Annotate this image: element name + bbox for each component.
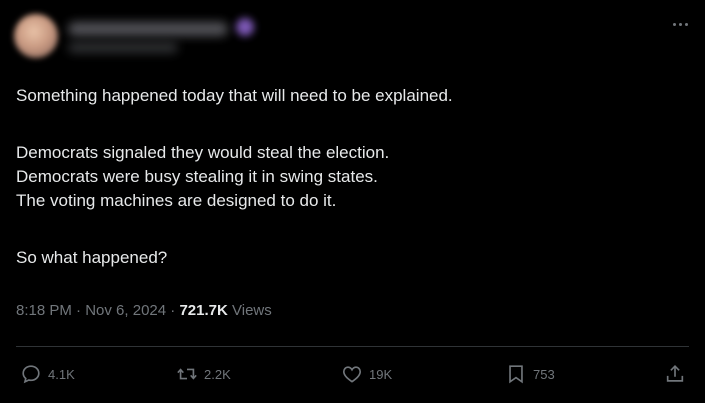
dot — [672, 22, 676, 26]
meta-separator: · — [170, 302, 176, 319]
tweet-meta: 8:18 PM · Nov 6, 2024 · 721.7K Views — [16, 302, 272, 319]
dot — [678, 22, 682, 26]
retweet-button[interactable]: 2.2K — [176, 362, 231, 386]
dot — [684, 22, 688, 26]
reply-button[interactable]: 4.1K — [20, 362, 75, 386]
tweet-line: Democrats were busy stealing it in swing… — [16, 167, 378, 186]
tweet-line: The voting machines are designed to do i… — [16, 191, 337, 210]
bookmark-button[interactable]: 753 — [505, 362, 555, 386]
verified-badge-redacted — [236, 18, 254, 36]
avatar[interactable] — [14, 14, 58, 58]
tweet-line: So what happened? — [16, 248, 168, 267]
tweet-line: Democrats signaled they would steal the … — [16, 143, 390, 162]
heart-icon — [343, 366, 361, 383]
action-bar: 4.1K 2.2K 19K 753 — [0, 358, 705, 390]
meta-separator: · — [76, 302, 82, 319]
author-handle-redacted[interactable] — [68, 42, 178, 53]
share-button[interactable] — [664, 362, 686, 386]
reply-count: 4.1K — [48, 366, 75, 382]
like-count: 19K — [369, 366, 393, 382]
reply-icon — [22, 365, 40, 384]
share-icon — [666, 365, 684, 382]
more-horizontal-icon[interactable] — [667, 12, 693, 36]
bookmark-count: 753 — [533, 366, 555, 382]
views-label: Views — [232, 302, 272, 319]
like-button[interactable]: 19K — [341, 362, 392, 386]
tweet-date[interactable]: Nov 6, 2024 — [85, 302, 166, 319]
tweet-time[interactable]: 8:18 PM — [16, 302, 72, 319]
tweet-text: Something happened today that will need … — [16, 84, 686, 270]
retweet-count: 2.2K — [204, 366, 231, 382]
views-count[interactable]: 721.7K — [179, 302, 227, 319]
author-name-redacted[interactable] — [68, 22, 228, 36]
bookmark-icon — [509, 365, 523, 384]
divider — [16, 346, 689, 347]
tweet-line: Something happened today that will need … — [16, 86, 453, 105]
retweet-icon — [177, 368, 197, 380]
tweet-header — [0, 0, 705, 80]
